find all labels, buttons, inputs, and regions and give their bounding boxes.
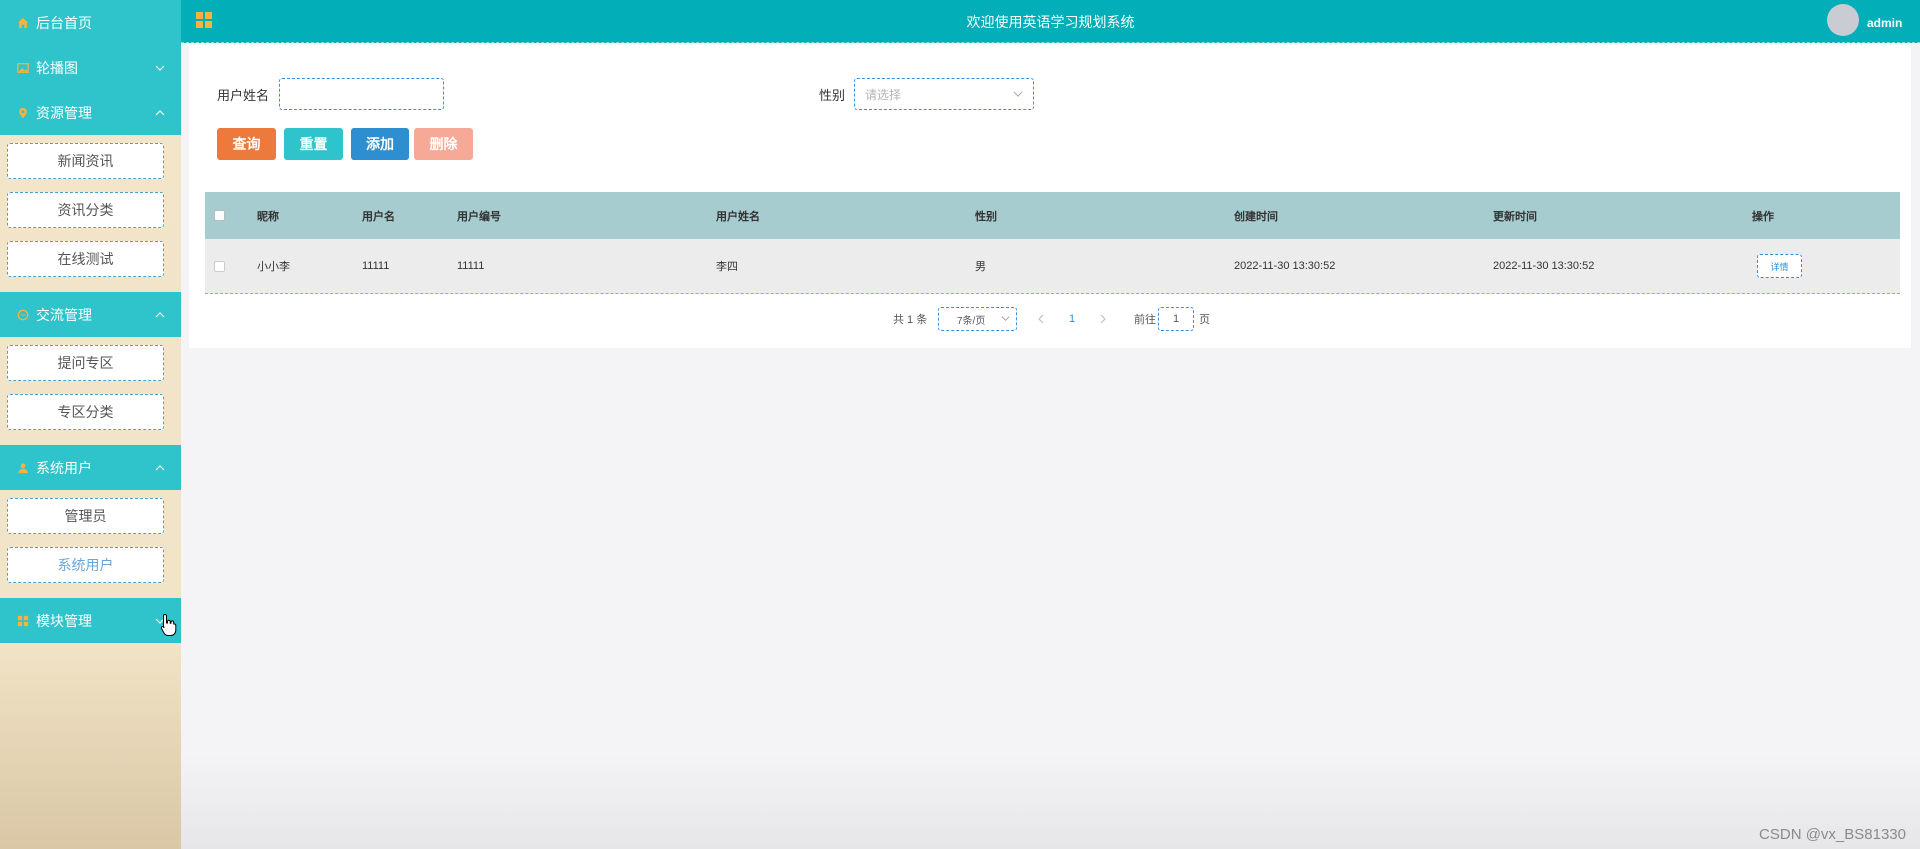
user-table: 昵称 用户名 用户编号 用户姓名 性别 创建时间 更新时间 操作 小小李 111… (205, 192, 1900, 294)
sidebar-item-label: 模块管理 (36, 612, 92, 629)
cell-created: 2022-11-30 13:30:52 (1234, 260, 1336, 272)
sidebar-item-sysuser[interactable]: 系统用户 (0, 445, 181, 490)
gender-select-placeholder: 请选择 (865, 87, 902, 102)
main-panel: 用户姓名 性别 请选择 查询 重置 添加 删除 昵称 用户名 用户编号 用户姓名… (189, 45, 1911, 348)
username[interactable]: admin (1867, 16, 1902, 30)
col-username: 用户名 (362, 210, 395, 223)
grid-icon (16, 614, 30, 628)
cell-real-name: 李四 (716, 261, 738, 273)
chevron-down-icon (153, 61, 167, 75)
sidebar-item-news-category[interactable]: 资讯分类 (7, 192, 164, 228)
cell-updated: 2022-11-30 13:30:52 (1493, 260, 1595, 272)
page-title: 欢迎使用英语学习规划系统 (966, 14, 1135, 30)
sidebar-submenu-exchange: 提问专区 专区分类 (0, 337, 181, 445)
add-button[interactable]: 添加 (351, 128, 409, 160)
sidebar-item-online-test[interactable]: 在线测试 (7, 241, 164, 277)
table-row[interactable]: 小小李 11111 11111 李四 男 2022-11-30 13:30:52… (205, 239, 1900, 294)
sidebar-item-label: 轮播图 (36, 59, 78, 76)
goto-label: 前往 (1134, 314, 1156, 326)
col-nickname: 昵称 (257, 210, 279, 223)
sidebar-item-module[interactable]: 模块管理 (0, 598, 181, 643)
col-real-name: 用户姓名 (716, 210, 760, 223)
pagination: 共 1 条 7条/页 1 前往 1 页 (189, 307, 1911, 331)
bottom-fade (181, 754, 1920, 849)
page-number[interactable]: 1 (1069, 307, 1075, 331)
sidebar: 后台首页 轮播图 资源管理 新闻资讯 资讯分类 在线测试 交流管理 提问专区 专… (0, 0, 181, 849)
chevron-up-icon (153, 308, 167, 322)
chat-icon (16, 308, 30, 322)
cell-nickname: 小小李 (257, 261, 290, 273)
name-label: 用户姓名 (217, 88, 270, 103)
sidebar-item-label: 后台首页 (36, 14, 92, 31)
col-user-number: 用户编号 (457, 210, 501, 223)
cell-gender: 男 (975, 261, 986, 273)
col-created: 创建时间 (1234, 210, 1278, 223)
next-page-icon[interactable] (1099, 307, 1107, 331)
user-icon (16, 461, 30, 475)
total-count: 共 1 条 (893, 314, 928, 326)
col-actions: 操作 (1752, 210, 1774, 223)
cell-user-number: 11111 (457, 260, 485, 272)
name-input[interactable] (279, 78, 444, 110)
sidebar-submenu-resource: 新闻资讯 资讯分类 在线测试 (0, 135, 181, 292)
table-header: 昵称 用户名 用户编号 用户姓名 性别 创建时间 更新时间 操作 (205, 192, 1900, 239)
page-size-select[interactable]: 7条/页 (938, 307, 1017, 331)
chevron-down-icon (1001, 316, 1010, 321)
page-suffix: 页 (1199, 314, 1210, 326)
sidebar-item-resource[interactable]: 资源管理 (0, 90, 181, 135)
home-icon (16, 16, 30, 30)
prev-page-icon[interactable] (1037, 307, 1045, 331)
row-checkbox[interactable] (214, 260, 225, 272)
sidebar-item-system-user[interactable]: 系统用户 (7, 547, 164, 583)
cell-username: 11111 (362, 260, 390, 272)
search-button[interactable]: 查询 (217, 128, 276, 160)
reset-button[interactable]: 重置 (284, 128, 343, 160)
image-icon (16, 61, 30, 75)
hand-cursor-icon (160, 613, 177, 636)
delete-button[interactable]: 删除 (414, 128, 473, 160)
col-updated: 更新时间 (1493, 210, 1537, 223)
col-gender: 性别 (975, 210, 997, 223)
sidebar-item-admin[interactable]: 管理员 (7, 498, 164, 534)
detail-button[interactable]: 详情 (1757, 254, 1802, 278)
sidebar-item-questions[interactable]: 提问专区 (7, 345, 164, 381)
gender-label: 性别 (819, 88, 846, 103)
avatar[interactable] (1827, 4, 1859, 36)
chevron-down-icon (1013, 91, 1023, 97)
page-size-value: 7条/页 (957, 315, 986, 327)
sidebar-item-exchange[interactable]: 交流管理 (0, 292, 181, 337)
gender-select[interactable]: 请选择 (854, 78, 1034, 110)
sidebar-item-zone-category[interactable]: 专区分类 (7, 394, 164, 430)
top-header: 欢迎使用英语学习规划系统 admin (181, 0, 1920, 43)
select-all-checkbox[interactable] (214, 210, 225, 221)
chevron-up-icon (153, 461, 167, 475)
sidebar-item-label: 交流管理 (36, 306, 92, 323)
watermark: CSDN @vx_BS81330 (1759, 826, 1906, 843)
goto-page-input[interactable]: 1 (1158, 307, 1194, 331)
sidebar-item-home[interactable]: 后台首页 (0, 0, 181, 45)
sidebar-item-label: 资源管理 (36, 104, 92, 121)
sidebar-item-label: 系统用户 (36, 459, 92, 476)
sidebar-item-news[interactable]: 新闻资讯 (7, 143, 164, 179)
chevron-up-icon (153, 106, 167, 120)
location-icon (16, 106, 30, 120)
sidebar-submenu-sysuser: 管理员 系统用户 (0, 490, 181, 598)
sidebar-item-carousel[interactable]: 轮播图 (0, 45, 181, 90)
